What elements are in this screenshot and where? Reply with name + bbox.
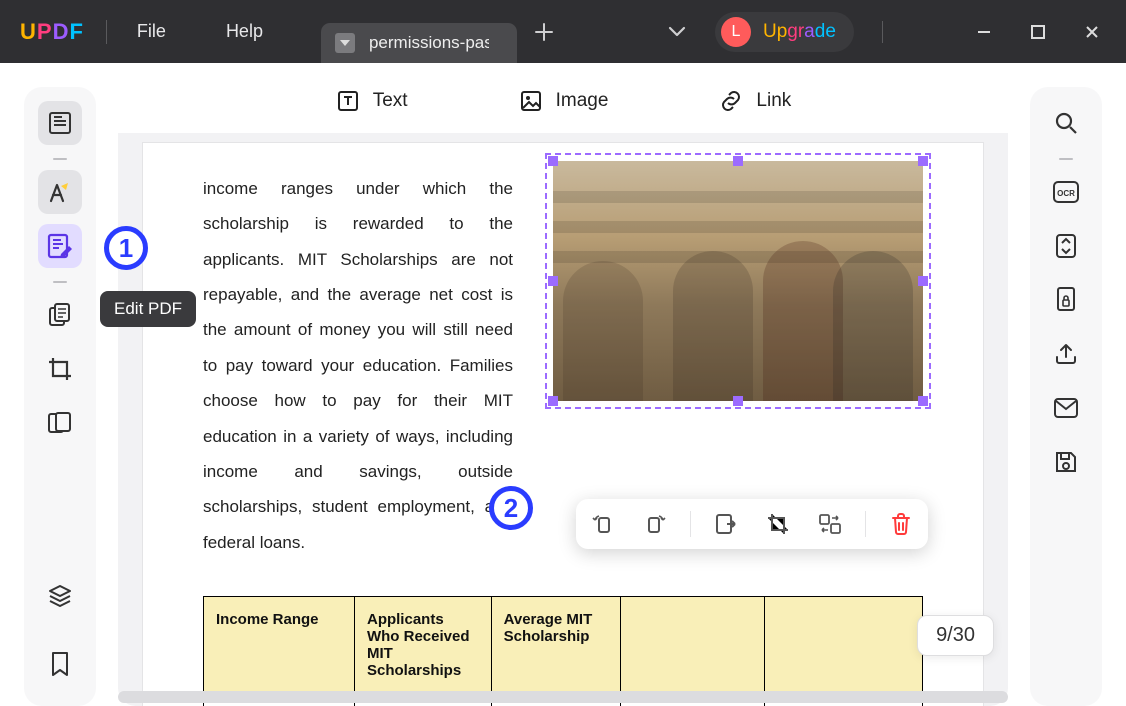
close-button[interactable] [1082, 22, 1102, 42]
table-header-row: Income Range Applicants Who Received MIT… [204, 596, 923, 693]
separator [53, 158, 67, 160]
title-bar: UPDF File Help permissions-pas L Upgrade [0, 0, 1126, 63]
layers-tool[interactable] [38, 574, 82, 618]
separator [53, 281, 67, 283]
menu-file[interactable]: File [129, 17, 174, 46]
search-tool[interactable] [1044, 101, 1088, 145]
divider [690, 511, 691, 537]
protect-tool[interactable] [1044, 278, 1088, 322]
resize-handle[interactable] [918, 276, 928, 286]
resize-handle[interactable] [733, 156, 743, 166]
page-area: Text Image Link income ranges under whic… [118, 69, 1008, 706]
document-tab[interactable]: permissions-pas [321, 23, 517, 63]
document-tab-title: permissions-pas [369, 33, 489, 53]
body-paragraph: income ranges under which the scholarshi… [203, 171, 513, 560]
pdf-page: income ranges under which the scholarshi… [143, 143, 983, 706]
organize-pages-tool[interactable] [38, 293, 82, 337]
maximize-button[interactable] [1028, 22, 1048, 42]
image-icon [518, 88, 544, 114]
svg-text:OCR: OCR [1057, 189, 1075, 198]
extract-image-button[interactable] [709, 507, 743, 541]
user-avatar: L [721, 17, 751, 47]
resize-handle[interactable] [918, 156, 928, 166]
page-indicator[interactable]: 9/30 [917, 615, 994, 656]
upgrade-label: Upgrade [763, 21, 836, 43]
divider [106, 20, 107, 44]
save-tool[interactable] [1044, 440, 1088, 484]
col-income-range: Income Range [204, 596, 355, 693]
menu-help[interactable]: Help [218, 17, 271, 46]
edit-tab-image-label: Image [556, 90, 609, 112]
app-logo: UPDF [20, 19, 84, 45]
col-4 [621, 596, 765, 693]
rotate-left-button[interactable] [586, 507, 620, 541]
resize-handle[interactable] [918, 396, 928, 406]
edit-pdf-tooltip: Edit PDF [100, 291, 196, 327]
edit-tab-text[interactable]: Text [335, 88, 408, 114]
document-tab-icon [335, 33, 355, 53]
link-icon [718, 88, 744, 114]
bookmarks-tool[interactable] [38, 642, 82, 686]
resize-handle[interactable] [733, 396, 743, 406]
left-toolbar [24, 87, 96, 706]
right-toolbar: OCR [1030, 87, 1102, 706]
upgrade-button[interactable]: L Upgrade [715, 12, 854, 52]
selected-image[interactable] [553, 161, 923, 401]
separator [1059, 158, 1073, 160]
convert-tool[interactable] [1044, 224, 1088, 268]
delete-image-button[interactable] [884, 507, 918, 541]
edit-tab-image[interactable]: Image [518, 88, 609, 114]
minimize-button[interactable] [974, 22, 994, 42]
tab-dropdown[interactable] [661, 16, 693, 48]
comment-tool[interactable] [38, 170, 82, 214]
resize-handle[interactable] [548, 396, 558, 406]
resize-handle[interactable] [548, 156, 558, 166]
horizontal-scrollbar[interactable] [118, 691, 1008, 703]
image-context-toolbar [576, 499, 928, 549]
share-tool[interactable] [1044, 332, 1088, 376]
col-5 [764, 596, 922, 693]
reader-tool[interactable] [38, 101, 82, 145]
page-display-tool[interactable] [38, 401, 82, 445]
edit-tab-link-label: Link [756, 90, 791, 112]
replace-image-button[interactable] [813, 507, 847, 541]
workspace: Edit PDF 1 2 OCR Text [0, 63, 1126, 706]
edit-tab-bar: Text Image Link [118, 69, 1008, 133]
divider [882, 21, 883, 43]
scholarship-table: Income Range Applicants Who Received MIT… [203, 596, 923, 706]
ocr-tool[interactable]: OCR [1044, 170, 1088, 214]
rotate-right-button[interactable] [638, 507, 672, 541]
annotation-step-1: 1 [104, 226, 148, 270]
edit-tab-link[interactable]: Link [718, 88, 791, 114]
divider [865, 511, 866, 537]
edit-tab-text-label: Text [373, 90, 408, 112]
email-tool[interactable] [1044, 386, 1088, 430]
col-applicants: Applicants Who Received MIT Scholarships [354, 596, 491, 693]
new-tab-button[interactable] [527, 15, 561, 49]
window-controls [974, 22, 1116, 42]
crop-image-button[interactable] [761, 507, 795, 541]
edit-pdf-tool[interactable] [38, 224, 82, 268]
text-icon [335, 88, 361, 114]
col-avg-scholarship: Average MIT Scholarship [491, 596, 620, 693]
resize-handle[interactable] [548, 276, 558, 286]
selection-frame [545, 153, 931, 409]
document-scroll[interactable]: income ranges under which the scholarshi… [118, 133, 1008, 706]
crop-tool[interactable] [38, 347, 82, 391]
annotation-step-2: 2 [489, 486, 533, 530]
